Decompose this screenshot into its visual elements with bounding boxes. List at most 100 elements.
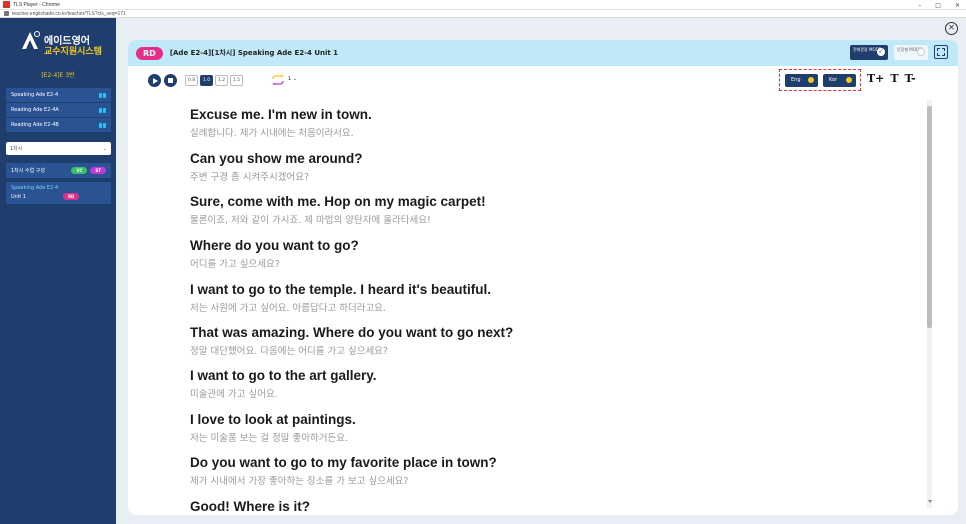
maximize-button[interactable]: □ bbox=[935, 2, 941, 9]
sentence-korean: 미술관에 가고 싶어요. bbox=[190, 389, 278, 400]
minimize-button[interactable]: – bbox=[918, 2, 921, 9]
sidebar-item-label: Reading Ade E2-4B bbox=[11, 122, 59, 128]
language-toggles: Eng Kor bbox=[779, 69, 861, 91]
sentence-korean: 물론이죠, 저와 같이 가시죠. 제 마법의 양탄자에 올라타세요! bbox=[190, 215, 431, 226]
eng-toggle[interactable]: Eng bbox=[785, 73, 818, 87]
font-decrease-button[interactable]: T- bbox=[905, 72, 916, 85]
sentence-korean: 주변 구경 좀 시켜주시겠어요? bbox=[190, 172, 309, 183]
rd-badge: RD bbox=[136, 46, 163, 60]
page-title: [Ade E2-4][1차시] Speaking Ade E2-4 Unit 1 bbox=[169, 49, 339, 57]
address-bar[interactable]: teacher.englishade.co.kr/teacher/TLS?cls… bbox=[0, 10, 966, 18]
repeat-count-value: 1 bbox=[288, 76, 292, 82]
toggle-dot-icon bbox=[846, 77, 852, 83]
logo-subtitle: 교수지원시스템 bbox=[44, 47, 102, 57]
sentence-item[interactable]: Excuse me. I'm new in town. 실례합니다. 제가 시내… bbox=[190, 107, 870, 139]
repeat-count-select[interactable]: 1 ⌄ bbox=[288, 76, 297, 82]
class-level: [E2-4]E 3반 bbox=[41, 72, 75, 79]
url-text[interactable]: teacher.englishade.co.kr/teacher/TLS?cls… bbox=[12, 11, 126, 17]
speed-option[interactable]: 1.2 bbox=[215, 75, 228, 86]
sentence-english: That was amazing. Where do you want to g… bbox=[190, 325, 514, 340]
vc-badge[interactable]: VC bbox=[71, 167, 88, 174]
sentence-item[interactable]: Good! Where is it? bbox=[190, 499, 870, 515]
play-icon[interactable] bbox=[148, 74, 161, 87]
sentence-english: I want to go to the art gallery. bbox=[190, 368, 377, 383]
sentence-item[interactable]: I want to go to the art gallery. 미술관에 가고… bbox=[190, 368, 870, 400]
course-list: Speaking Ade E2-4 Reading Ade E2-4A Read… bbox=[6, 88, 111, 133]
sidebar: 에이드영어 교수지원시스템 [E2-4]E 3반 Speaking Ade E2… bbox=[0, 18, 116, 524]
sentence-korean: 저는 미술품 보는 걸 정말 좋아하거든요. bbox=[190, 433, 348, 444]
site-info-icon[interactable] bbox=[4, 11, 9, 16]
sentence-item[interactable]: I want to go to the temple. I heard it's… bbox=[190, 282, 870, 314]
sidebar-item-speaking[interactable]: Speaking Ade E2-4 bbox=[6, 88, 111, 103]
chevron-down-icon: ⌄ bbox=[102, 145, 107, 152]
sentence-english: Where do you want to go? bbox=[190, 238, 359, 253]
lesson-label: 1차시 수업 구성 bbox=[11, 168, 45, 174]
sentence-korean: 실례합니다. 제가 시내에는 처음이라서요. bbox=[190, 128, 354, 139]
player-header: RD [Ade E2-4][1차시] Speaking Ade E2-4 Uni… bbox=[128, 40, 958, 66]
browser-titlebar: TLS Player - Chrome – □ ✕ bbox=[0, 0, 966, 10]
lesson-structure[interactable]: 1차시 수업 구성 VC ST bbox=[6, 163, 111, 178]
sentence-english: I love to look at paintings. bbox=[190, 412, 356, 427]
session-select-value: 1차시 bbox=[10, 146, 23, 152]
sidebar-item-reading-a[interactable]: Reading Ade E2-4A bbox=[6, 103, 111, 118]
sentence-english: I want to go to the temple. I heard it's… bbox=[190, 282, 491, 297]
sentence-item[interactable]: Sure, come with me. Hop on my magic carp… bbox=[190, 194, 870, 226]
toggle-dot-icon bbox=[808, 77, 814, 83]
sentence-english: Sure, come with me. Hop on my magic carp… bbox=[190, 194, 486, 209]
full-sentence-mode-button[interactable]: 전체문장 MODE ✓ bbox=[850, 45, 888, 60]
close-window-button[interactable]: ✕ bbox=[955, 2, 960, 9]
chevron-down-icon: ⌄ bbox=[292, 76, 297, 82]
kor-label: Kor bbox=[829, 77, 838, 83]
repeat-icon[interactable] bbox=[271, 75, 285, 85]
sidebar-item-label: Reading Ade E2-4A bbox=[11, 107, 59, 113]
close-icon[interactable]: ✕ bbox=[945, 22, 958, 35]
sentence-item[interactable]: Where do you want to go? 어디를 가고 싶으세요? bbox=[190, 238, 870, 270]
speed-selector: 0.8 1.0 1.2 1.5 bbox=[185, 75, 243, 86]
font-size-controls: T+ T T- bbox=[867, 72, 916, 85]
app-icon bbox=[3, 1, 10, 8]
player-panel: RD [Ade E2-4][1차시] Speaking Ade E2-4 Uni… bbox=[128, 40, 958, 515]
radio-icon bbox=[917, 48, 925, 56]
session-select[interactable]: 1차시 ⌄ bbox=[6, 142, 111, 155]
stop-icon[interactable] bbox=[164, 74, 177, 87]
speed-option[interactable]: 1.5 bbox=[230, 75, 243, 86]
sentence-english: Can you show me around? bbox=[190, 151, 363, 166]
sentence-item[interactable]: I love to look at paintings. 저는 미술품 보는 걸… bbox=[190, 412, 870, 444]
player-toolbar: 0.8 1.0 1.2 1.5 1 ⌄ Eng Kor T+ T T- bbox=[128, 66, 958, 94]
ade-logo-icon bbox=[22, 31, 40, 49]
sentence-item[interactable]: That was amazing. Where do you want to g… bbox=[190, 325, 870, 357]
speed-option-active[interactable]: 1.0 bbox=[200, 75, 213, 86]
sentence-korean: 어디를 가고 싶으세요? bbox=[190, 259, 280, 270]
kor-toggle[interactable]: Kor bbox=[823, 73, 856, 87]
sidebar-item-reading-b[interactable]: Reading Ade E2-4B bbox=[6, 118, 111, 133]
book-icon bbox=[99, 92, 106, 98]
fullscreen-icon[interactable] bbox=[934, 45, 948, 59]
sentence-english: Do you want to go to my favorite place i… bbox=[190, 455, 497, 470]
scroll-down-icon[interactable] bbox=[928, 500, 932, 503]
rd-badge[interactable]: RD bbox=[62, 193, 80, 200]
sentence-korean: 제가 시내에서 가장 좋아하는 장소를 가 보고 싶으세요? bbox=[190, 476, 409, 487]
sentence-item[interactable]: Can you show me around? 주변 구경 좀 시켜주시겠어요? bbox=[190, 151, 870, 183]
sentence-english: Excuse me. I'm new in town. bbox=[190, 107, 372, 122]
font-reset-button[interactable]: T bbox=[890, 72, 898, 85]
speed-option[interactable]: 0.8 bbox=[185, 75, 198, 86]
sentence-korean: 저는 사원에 가고 싶어요. 아름답다고 하더라고요. bbox=[190, 303, 386, 314]
scrollbar[interactable] bbox=[927, 100, 932, 508]
font-increase-button[interactable]: T+ bbox=[867, 72, 884, 85]
window-title: TLS Player - Chrome bbox=[13, 1, 60, 8]
st-badge[interactable]: ST bbox=[90, 167, 106, 174]
sentence-korean: 정말 대단했어요. 다음에는 어디를 가고 싶으세요? bbox=[190, 346, 388, 357]
sidebar-item-label: Speaking Ade E2-4 bbox=[11, 92, 59, 98]
book-icon bbox=[99, 107, 106, 113]
sentence-list: Excuse me. I'm new in town. 실례합니다. 제가 시내… bbox=[128, 97, 958, 515]
check-icon: ✓ bbox=[877, 48, 885, 56]
sentence-item[interactable]: Do you want to go to my favorite place i… bbox=[190, 455, 870, 487]
logo: 에이드영어 교수지원시스템 bbox=[20, 26, 102, 66]
active-unit-course: Speaking Ade E2-4 bbox=[11, 185, 59, 191]
book-icon bbox=[99, 122, 106, 128]
active-unit[interactable]: Speaking Ade E2-4 Unit 1 RD bbox=[6, 182, 111, 204]
eng-label: Eng bbox=[791, 77, 801, 83]
sentence-english: Good! Where is it? bbox=[190, 499, 310, 514]
scrollbar-thumb[interactable] bbox=[927, 106, 932, 328]
sentence-mode-button[interactable]: 문장별 MODE bbox=[894, 45, 928, 60]
